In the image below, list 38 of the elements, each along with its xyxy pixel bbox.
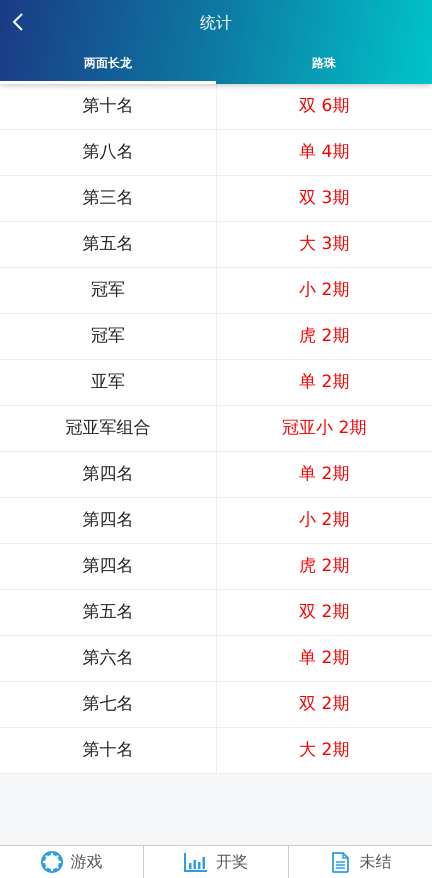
streak-result: 单 4期 — [299, 140, 350, 164]
page-title: 统计 — [200, 12, 232, 34]
nav-button[interactable]: 游戏 — [0, 846, 144, 878]
streak-result: 单 2期 — [299, 646, 350, 670]
lifebuoy-icon — [40, 851, 63, 873]
position-name: 第四名 — [82, 554, 134, 578]
streak-result: 虎 2期 — [299, 554, 350, 578]
position-name: 冠军 — [90, 324, 125, 348]
position-name: 第七名 — [82, 692, 134, 716]
position-name: 亚军 — [90, 370, 125, 394]
position-name: 第十名 — [82, 94, 134, 118]
nav-button[interactable]: 未结 — [288, 846, 432, 878]
streak-result: 小 2期 — [299, 278, 350, 302]
streak-result: 冠亚小 2期 — [282, 416, 366, 440]
nav-button[interactable]: 开奖 — [143, 846, 288, 878]
streak-result: 小 2期 — [299, 508, 350, 532]
streak-result: 大 2期 — [299, 738, 350, 762]
position-name: 第六名 — [82, 646, 134, 670]
position-name: 第五名 — [82, 600, 134, 624]
position-name: 第三名 — [82, 186, 134, 210]
streak-result: 双 2期 — [299, 600, 350, 624]
streak-result: 双 6期 — [299, 94, 350, 118]
streak-result: 单 2期 — [299, 370, 350, 394]
back-icon — [12, 12, 24, 32]
streak-result: 大 3期 — [299, 232, 350, 256]
streak-result: 双 3期 — [299, 186, 350, 210]
position-name: 第五名 — [82, 232, 134, 256]
position-name: 第十名 — [82, 738, 134, 762]
bar-chart-icon — [184, 851, 208, 873]
position-name: 第四名 — [82, 508, 134, 532]
position-name: 第八名 — [82, 140, 134, 164]
document-icon — [329, 851, 352, 873]
position-name: 第四名 — [82, 462, 134, 486]
streak-result: 虎 2期 — [299, 324, 350, 348]
streak-result: 单 2期 — [299, 462, 350, 486]
streak-result: 双 2期 — [299, 692, 350, 716]
position-name: 冠军 — [90, 278, 125, 302]
position-name: 冠亚军组合 — [65, 416, 150, 440]
